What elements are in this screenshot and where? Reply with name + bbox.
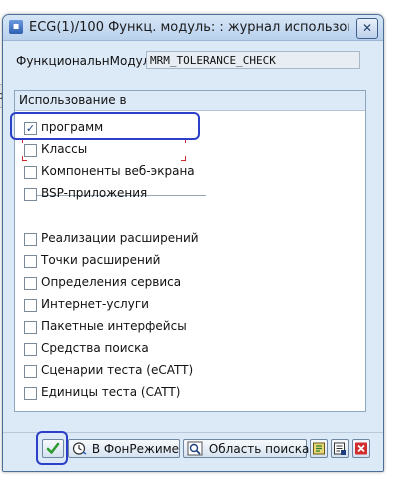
focus-marker (181, 156, 186, 161)
function-module-field[interactable]: MRM_TOLERANCE_CHECK (146, 51, 360, 69)
usage-group: Использование в ✓ программ Классы Компон… (14, 90, 366, 412)
save-variant-button[interactable] (310, 439, 328, 458)
checkbox-bsp-applications[interactable] (24, 188, 37, 201)
checkbox-ecatt-scenarios[interactable] (24, 365, 37, 378)
checkbox-programs[interactable]: ✓ (24, 122, 37, 135)
option-label: Компоненты веб-экрана (41, 164, 195, 178)
function-module-label: ФункциональнМодуль (16, 54, 158, 68)
settings-sheet-icon (334, 442, 346, 455)
background-mode-label: В ФонРежиме (91, 442, 180, 456)
focus-marker (181, 138, 186, 143)
checkbox-enhancement-spots[interactable] (24, 255, 37, 268)
option-label: Пакетные интерфейсы (41, 319, 187, 333)
option-label: Определения сервиса (41, 275, 182, 289)
option-label: программ (41, 120, 104, 134)
option-label: Единицы теста (CATT) (41, 385, 181, 399)
background-mode-button[interactable]: В ФонРежиме (68, 439, 180, 458)
option-label: Интернет-услуги (41, 297, 149, 311)
option-label: BSP-приложения (41, 186, 148, 200)
confirm-button[interactable] (42, 439, 64, 458)
cancel-icon (355, 442, 367, 455)
save-variant-icon (313, 442, 325, 455)
focus-marker (22, 138, 27, 143)
option-label: Реализации расширений (41, 231, 199, 245)
option-label: Точки расширений (41, 253, 161, 267)
checkbox-service-definitions[interactable] (24, 277, 37, 290)
clock-icon (72, 442, 87, 455)
option-label: Сценарии теста (eCATT) (41, 363, 194, 377)
checkmark-icon (46, 442, 60, 454)
checkbox-catt-units[interactable] (24, 387, 37, 400)
checkbox-web-components[interactable] (24, 166, 37, 179)
close-button[interactable]: ✕ (356, 18, 378, 39)
title-bar: ▪ ECG(1)/100 Функц. модуль: : журнал исп… (3, 15, 383, 41)
checkbox-enhancement-implementations[interactable] (24, 233, 37, 246)
option-label: Средства поиска (41, 341, 149, 355)
checkbox-web-services[interactable] (24, 299, 37, 312)
magnifier-icon (187, 441, 203, 456)
option-label: Классы (41, 142, 88, 156)
usage-group-header: Использование в (15, 91, 365, 111)
cancel-button[interactable] (352, 439, 370, 458)
search-area-label: Область поиска (208, 442, 310, 456)
usage-group-title: Использование в (19, 93, 127, 107)
search-area-button[interactable]: Область поиска (183, 439, 310, 458)
options-button[interactable] (331, 439, 349, 458)
checkbox-batch-interfaces[interactable] (24, 321, 37, 334)
checkbox-search-helps[interactable] (24, 343, 37, 356)
window-title: ECG(1)/100 Функц. модуль: : журнал испол… (29, 20, 349, 35)
sap-window-icon: ▪ (9, 20, 23, 34)
focus-marker (22, 156, 27, 161)
dialog-window: ▪ ECG(1)/100 Функц. модуль: : журнал исп… (2, 14, 384, 472)
